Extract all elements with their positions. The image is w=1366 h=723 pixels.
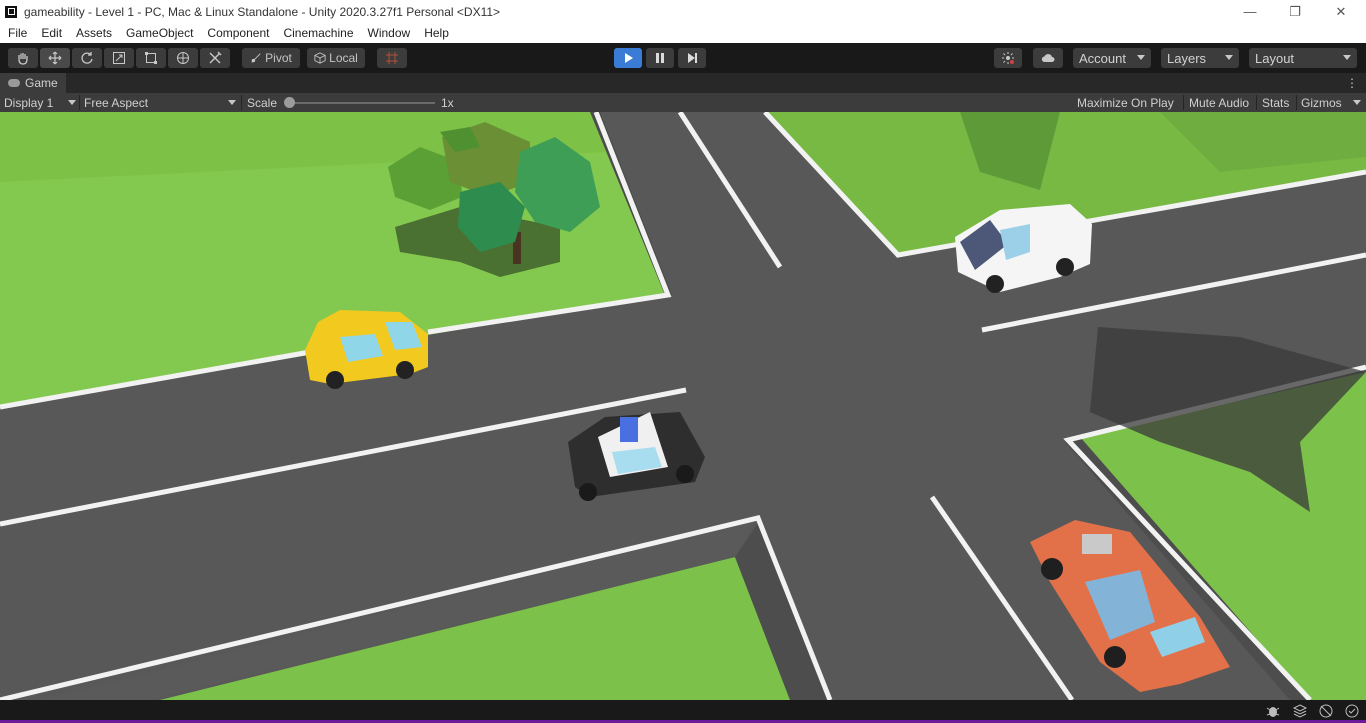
layout-dropdown[interactable]: Layout — [1249, 48, 1357, 68]
scale-slider-thumb[interactable] — [284, 97, 295, 108]
menu-gameobject[interactable]: GameObject — [126, 26, 193, 40]
local-toggle[interactable]: Local — [307, 48, 365, 68]
menu-component[interactable]: Component — [207, 26, 269, 40]
cloud-icon — [1041, 54, 1055, 62]
minimize-button[interactable]: — — [1227, 0, 1273, 23]
pause-icon — [656, 53, 664, 63]
transform-tool-icon — [177, 52, 189, 64]
game-scene — [0, 112, 1366, 700]
game-view-controls: Display 1 Free Aspect Scale 1x Maximize … — [0, 93, 1366, 112]
layers-icon[interactable] — [1292, 703, 1308, 719]
restore-button[interactable]: ❐ — [1272, 0, 1318, 23]
menu-window[interactable]: Window — [368, 26, 411, 40]
custom-tool-button[interactable] — [200, 48, 230, 68]
account-dropdown[interactable]: Account — [1073, 48, 1151, 68]
hand-tool-icon — [18, 53, 28, 65]
bug-icon[interactable] — [1265, 703, 1281, 719]
layout-label: Layout — [1255, 50, 1295, 66]
hand-tool-button[interactable] — [8, 48, 38, 68]
grid-snap-icon — [386, 52, 398, 64]
layers-dropdown[interactable]: Layers — [1161, 48, 1239, 68]
status-bar — [0, 700, 1366, 723]
cloud-button[interactable] — [1033, 48, 1063, 68]
pivot-label: Pivot — [265, 51, 292, 65]
divider — [1256, 95, 1257, 110]
scale-tool-button[interactable] — [104, 48, 134, 68]
divider — [79, 95, 80, 110]
local-cube-icon — [314, 52, 326, 64]
maximize-on-play-toggle[interactable]: Maximize On Play — [1077, 93, 1174, 112]
step-icon — [688, 53, 697, 63]
move-tool-button[interactable] — [40, 48, 70, 68]
menu-cinemachine[interactable]: Cinemachine — [283, 26, 353, 40]
step-button[interactable] — [678, 48, 706, 68]
chevron-down-icon — [1137, 55, 1145, 60]
menu-bar: File Edit Assets GameObject Component Ci… — [0, 23, 1366, 43]
window-title: gameability - Level 1 - PC, Mac & Linux … — [24, 4, 501, 19]
unity-logo-icon — [5, 5, 17, 18]
move-tool-icon — [48, 51, 62, 65]
menu-help[interactable]: Help — [424, 26, 449, 40]
tab-game-label: Game — [25, 76, 58, 90]
divider — [1296, 95, 1297, 110]
no-network-icon[interactable] — [1318, 703, 1334, 719]
stats-toggle[interactable]: Stats — [1262, 93, 1289, 112]
scale-label: Scale — [247, 95, 278, 110]
scale-slider-track[interactable] — [290, 102, 435, 104]
divider — [1183, 95, 1184, 110]
pivot-toggle[interactable]: Pivot — [242, 48, 300, 68]
game-viewport[interactable] — [0, 112, 1366, 700]
rotate-tool-button[interactable] — [72, 48, 102, 68]
rotate-tool-icon — [81, 52, 93, 64]
tab-game[interactable]: Game — [0, 73, 66, 93]
aspect-label: Free Aspect — [84, 95, 149, 110]
check-circle-icon[interactable] — [1344, 703, 1360, 719]
chevron-down-icon — [1225, 55, 1233, 60]
rect-tool-icon — [145, 52, 157, 64]
close-button[interactable]: ✕ — [1318, 0, 1364, 23]
play-button[interactable] — [614, 48, 642, 68]
play-icon — [625, 53, 633, 63]
custom-tool-icon — [209, 51, 222, 64]
yellow-car — [305, 310, 428, 389]
menu-file[interactable]: File — [8, 26, 27, 40]
aspect-dropdown[interactable]: Free Aspect — [84, 93, 240, 112]
divider — [241, 95, 242, 110]
main-toolbar: Pivot Local Account Layers Layout — [0, 43, 1366, 73]
collab-button[interactable] — [994, 48, 1022, 68]
game-tab-bar: Game ⋮ — [0, 73, 1366, 93]
gamepad-icon — [8, 79, 20, 87]
chevron-down-icon — [228, 100, 236, 105]
mute-audio-toggle[interactable]: Mute Audio — [1189, 93, 1249, 112]
chevron-down-icon — [68, 100, 76, 105]
chevron-down-icon[interactable] — [1353, 100, 1361, 105]
title-bar: gameability - Level 1 - PC, Mac & Linux … — [0, 0, 1366, 23]
layers-label: Layers — [1167, 50, 1207, 66]
scale-value: 1x — [441, 95, 454, 110]
display-label: Display 1 — [4, 95, 54, 110]
account-label: Account — [1079, 50, 1126, 66]
scale-tool-icon — [113, 52, 125, 64]
transform-tool-button[interactable] — [168, 48, 198, 68]
pause-button[interactable] — [646, 48, 674, 68]
menu-edit[interactable]: Edit — [41, 26, 62, 40]
local-label: Local — [329, 51, 358, 65]
pivot-icon — [251, 53, 261, 63]
grid-snap-button[interactable] — [377, 48, 407, 68]
display-dropdown[interactable]: Display 1 — [4, 93, 78, 112]
rect-tool-button[interactable] — [136, 48, 166, 68]
collab-icon — [1002, 52, 1014, 64]
gizmos-toggle[interactable]: Gizmos — [1301, 93, 1342, 112]
chevron-down-icon — [1343, 55, 1351, 60]
menu-assets[interactable]: Assets — [76, 26, 112, 40]
more-options-icon[interactable]: ⋮ — [1346, 76, 1358, 90]
